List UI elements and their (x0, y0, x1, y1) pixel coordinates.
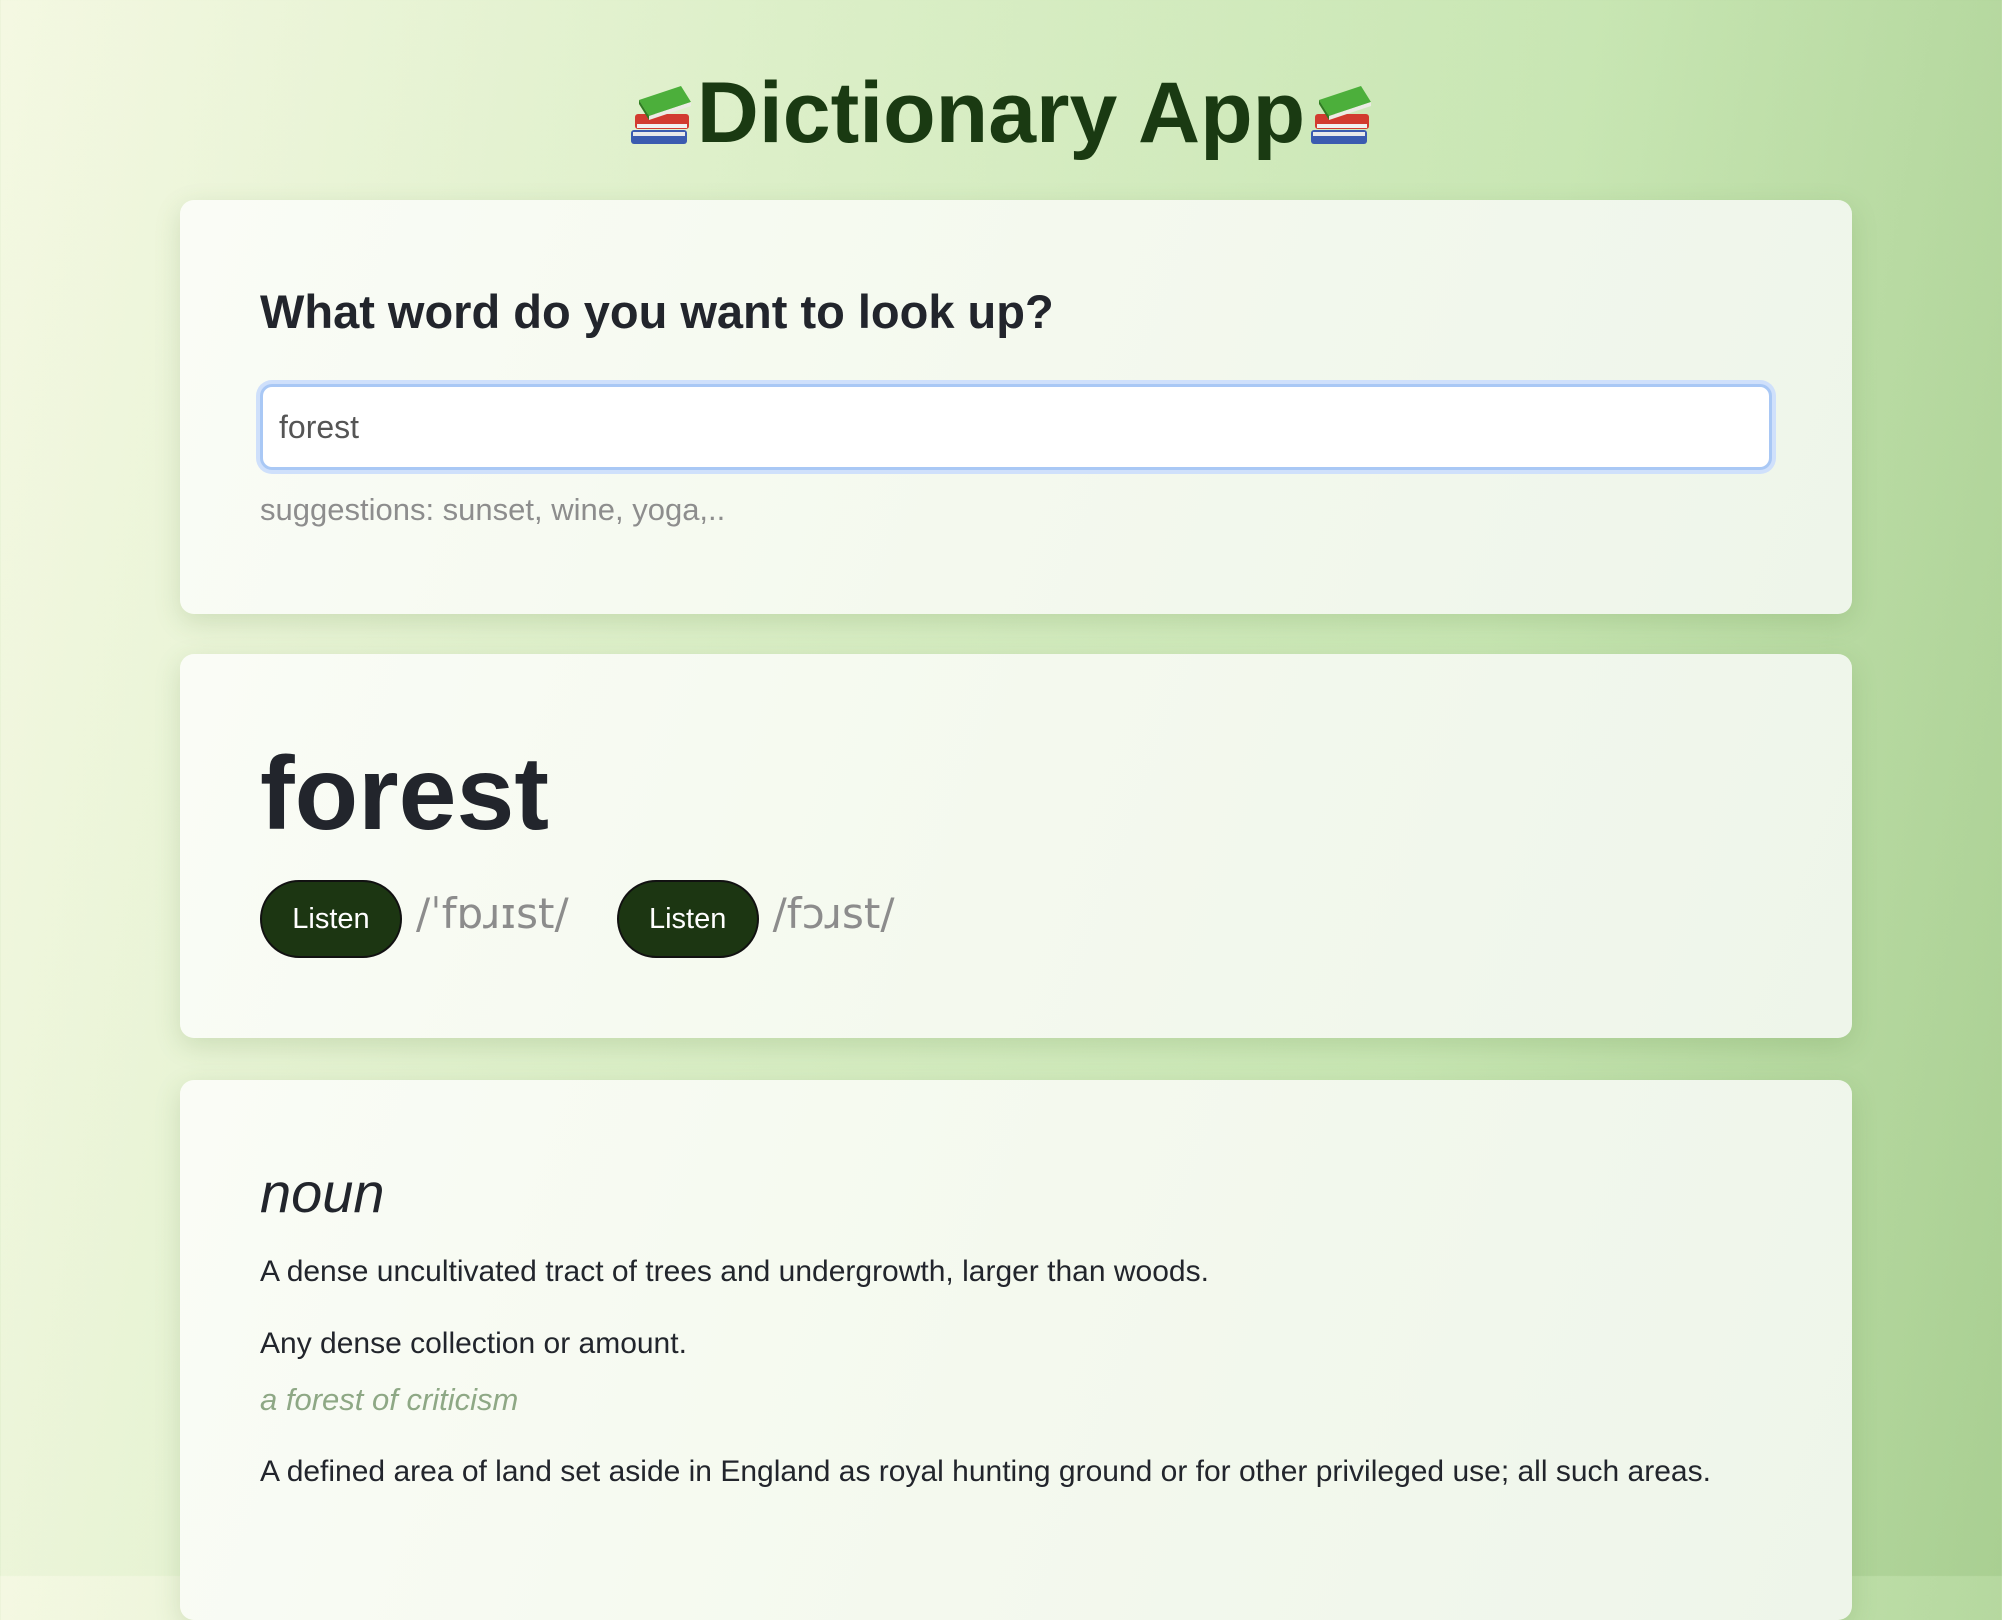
search-card: What word do you want to look up? sugges… (180, 200, 1852, 614)
definition-list: A dense uncultivated tract of trees and … (260, 1248, 1780, 1520)
meaning-card: noun A dense uncultivated tract of trees… (180, 1080, 1852, 1620)
word-card: forest Listen /ˈfɒɹɪst/ Listen /fɔɹst/ (180, 654, 1852, 1038)
definition-text: A dense uncultivated tract of trees and … (260, 1255, 1209, 1288)
phonetic-uk: Listen /ˈfɒɹɪst/ (260, 880, 569, 958)
definition-text: A defined area of land set aside in Engl… (260, 1455, 1711, 1488)
definition-text: Any dense collection or amount. (260, 1327, 687, 1360)
app-title: Dictionary App (0, 58, 2002, 168)
definition-item: A dense uncultivated tract of trees and … (260, 1248, 1780, 1296)
listen-button[interactable]: Listen (260, 880, 402, 958)
search-prompt: What word do you want to look up? (260, 285, 1054, 338)
listen-button[interactable]: Listen (616, 880, 759, 958)
definition-item: A defined area of land set aside in Engl… (260, 1448, 1780, 1496)
phonetics-row: Listen /ˈfɒɹɪst/ Listen /fɔɹst/ (260, 880, 943, 958)
app-title-text: Dictionary App (696, 65, 1306, 161)
phonetic-text: /ˈfɒɹɪst/ (416, 888, 569, 938)
books-icon (1311, 86, 1372, 144)
definition-example: a forest of criticism (260, 1382, 519, 1417)
books-icon (630, 86, 691, 144)
search-input[interactable] (260, 384, 1772, 470)
phonetic-text: /fɔɹst/ (772, 888, 895, 938)
part-of-speech: noun (260, 1161, 385, 1224)
headword: forest (260, 736, 549, 852)
phonetic-us: Listen /fɔɹst/ (616, 880, 895, 958)
suggestions-text: suggestions: sunset, wine, yoga,.. (260, 492, 726, 527)
definition-item: Any dense collection or amount. a forest… (260, 1320, 1780, 1424)
